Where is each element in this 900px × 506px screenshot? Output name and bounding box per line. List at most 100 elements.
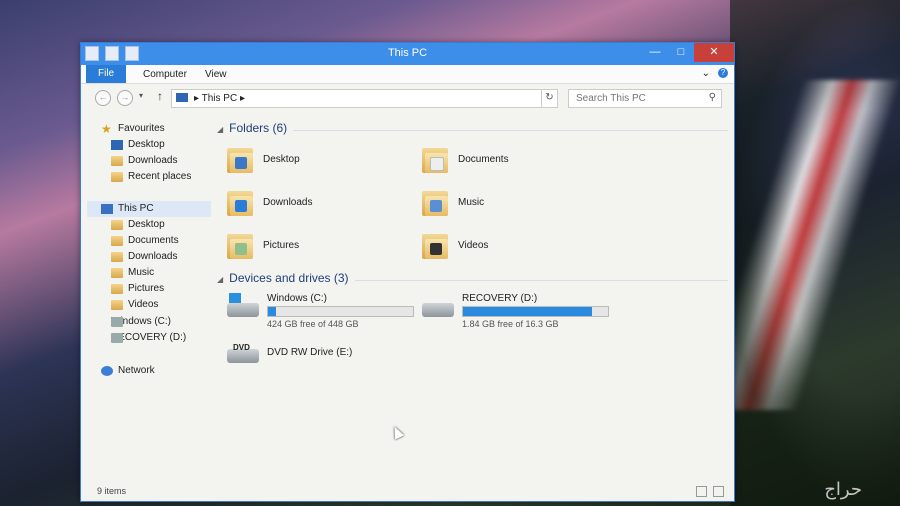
- path-separator: ▸: [194, 93, 200, 104]
- nav-pc-documents[interactable]: Documents: [111, 233, 179, 249]
- nav-pc-pictures[interactable]: Pictures: [111, 281, 164, 297]
- desktop-icon: [111, 140, 123, 150]
- close-button[interactable]: ✕: [694, 43, 734, 62]
- search-input[interactable]: [574, 92, 703, 105]
- up-arrow-icon[interactable]: ↑: [157, 89, 163, 103]
- title-bar: This PC — □ ✕: [81, 43, 734, 65]
- folder-name: Music: [458, 196, 485, 208]
- collapse-caret-icon[interactable]: ◢: [217, 275, 223, 284]
- windows-drive-icon: [227, 293, 259, 319]
- chevron-down-icon[interactable]: ⌄: [702, 68, 710, 79]
- address-row: ← → ▾ ↑ ▸ This PC ▸ ⌄ ↻ ⚲: [81, 87, 734, 109]
- nav-item-label: Downloads: [128, 251, 178, 262]
- folder-tile-documents[interactable]: Documents: [422, 141, 509, 177]
- watermark-text: حراج: [824, 479, 862, 500]
- folder-name: Pictures: [263, 239, 300, 251]
- folder-icon: [111, 300, 123, 310]
- search-box[interactable]: ⚲: [568, 89, 722, 108]
- large-icons-view-icon[interactable]: [713, 486, 724, 497]
- address-bar[interactable]: ▸ This PC ▸ ⌄: [171, 89, 555, 108]
- nav-pc-music[interactable]: Music: [111, 265, 154, 281]
- nav-item-label: Desktop: [128, 139, 165, 150]
- nav-item-label: Documents: [128, 235, 179, 246]
- nav-network[interactable]: Network: [101, 363, 155, 379]
- drive-usage-bar: [462, 306, 609, 317]
- pictures-folder-icon: [227, 231, 255, 259]
- recent-places-icon: [111, 172, 123, 182]
- nav-item-label: Videos: [128, 299, 159, 310]
- nav-fav-desktop[interactable]: Desktop: [111, 137, 165, 153]
- drive-tile-recovery-d[interactable]: RECOVERY (D:) 1.84 GB free of 16.3 GB: [422, 293, 609, 329]
- back-button[interactable]: ←: [95, 90, 111, 106]
- drive-icon: [111, 333, 123, 343]
- minimize-button[interactable]: —: [642, 43, 668, 62]
- drive-name: RECOVERY (D:): [462, 293, 538, 304]
- nav-network-label: Network: [118, 365, 155, 376]
- nav-pc-windows-c[interactable]: Windows (C:): [111, 314, 171, 330]
- nav-pc-recovery-d[interactable]: RECOVERY (D:): [111, 330, 186, 346]
- details-view-icon[interactable]: [696, 486, 707, 497]
- network-icon: [101, 366, 113, 376]
- nav-fav-recent[interactable]: Recent places: [111, 169, 191, 185]
- address-path: ▸ This PC ▸: [194, 93, 245, 104]
- drive-icon: [422, 293, 454, 319]
- downloads-folder-icon: [111, 156, 123, 166]
- nav-this-pc-label: This PC: [118, 203, 154, 214]
- tab-file[interactable]: File: [86, 65, 127, 83]
- nav-item-label: Recent places: [128, 171, 192, 182]
- address-location[interactable]: This PC: [202, 93, 238, 104]
- devices-group-header[interactable]: ◢ Devices and drives (3): [217, 271, 349, 285]
- nav-pc-videos[interactable]: Videos: [111, 297, 158, 313]
- folders-group-header[interactable]: ◢ Folders (6): [217, 121, 287, 135]
- drive-free-space: 1.84 GB free of 16.3 GB: [462, 319, 559, 329]
- desktop-folder-icon: [227, 145, 255, 173]
- drive-usage-bar: [267, 306, 414, 317]
- tab-computer[interactable]: Computer: [137, 67, 193, 83]
- collapse-caret-icon[interactable]: ◢: [217, 125, 223, 134]
- drive-name: Windows (C:): [267, 293, 328, 304]
- folder-icon: [111, 252, 123, 262]
- documents-folder-icon: [422, 145, 450, 173]
- tab-view[interactable]: View: [199, 67, 233, 83]
- content-pane: ◢ Folders (6) Desktop Documents Downloads…: [213, 117, 734, 479]
- folder-tile-desktop[interactable]: Desktop: [227, 141, 300, 177]
- this-pc-icon: [176, 93, 188, 102]
- drive-usage-fill: [268, 307, 276, 316]
- refresh-button[interactable]: ↻: [541, 89, 558, 108]
- dvd-drive-icon: DVD: [227, 339, 259, 365]
- folder-name: Desktop: [263, 153, 300, 165]
- forward-button[interactable]: →: [117, 90, 133, 106]
- nav-pc-desktop[interactable]: Desktop: [111, 217, 165, 233]
- folder-tile-music[interactable]: Music: [422, 184, 484, 220]
- nav-item-label: Downloads: [128, 155, 178, 166]
- nav-favourites[interactable]: ★ Favourites: [101, 121, 165, 137]
- folder-tile-pictures[interactable]: Pictures: [227, 227, 299, 263]
- ribbon-tabs: File Computer View ⌄ ?: [81, 65, 734, 84]
- drive-tile-windows-c[interactable]: Windows (C:) 424 GB free of 448 GB: [227, 293, 414, 329]
- nav-pc-downloads[interactable]: Downloads: [111, 249, 177, 265]
- recent-locations-icon[interactable]: ▾: [139, 91, 143, 100]
- drive-usage-fill: [463, 307, 592, 316]
- group-divider: [355, 280, 728, 281]
- folders-header-label: Folders (6): [229, 121, 288, 135]
- nav-fav-downloads[interactable]: Downloads: [111, 153, 177, 169]
- drive-icon: [111, 317, 123, 327]
- nav-this-pc[interactable]: This PC: [87, 201, 211, 217]
- folder-tile-downloads[interactable]: Downloads: [227, 184, 312, 220]
- music-folder-icon: [422, 188, 450, 216]
- navigation-pane: ★ Favourites Desktop Downloads Recent pl…: [87, 117, 213, 477]
- status-bar: 9 items: [81, 481, 734, 501]
- computer-icon: [101, 204, 113, 214]
- folder-icon: [111, 268, 123, 278]
- drive-tile-dvd-e[interactable]: DVD DVD RW Drive (E:): [227, 339, 352, 365]
- folder-icon: [111, 220, 123, 230]
- drive-free-space: 424 GB free of 448 GB: [267, 319, 359, 329]
- devices-header-label: Devices and drives (3): [229, 271, 349, 285]
- folder-tile-videos[interactable]: Videos: [422, 227, 488, 263]
- help-icon[interactable]: ?: [718, 68, 728, 78]
- nav-item-label: Pictures: [128, 283, 165, 294]
- search-icon[interactable]: ⚲: [709, 92, 716, 103]
- view-toggle: [696, 486, 724, 497]
- maximize-button[interactable]: □: [668, 43, 694, 62]
- videos-folder-icon: [422, 231, 450, 259]
